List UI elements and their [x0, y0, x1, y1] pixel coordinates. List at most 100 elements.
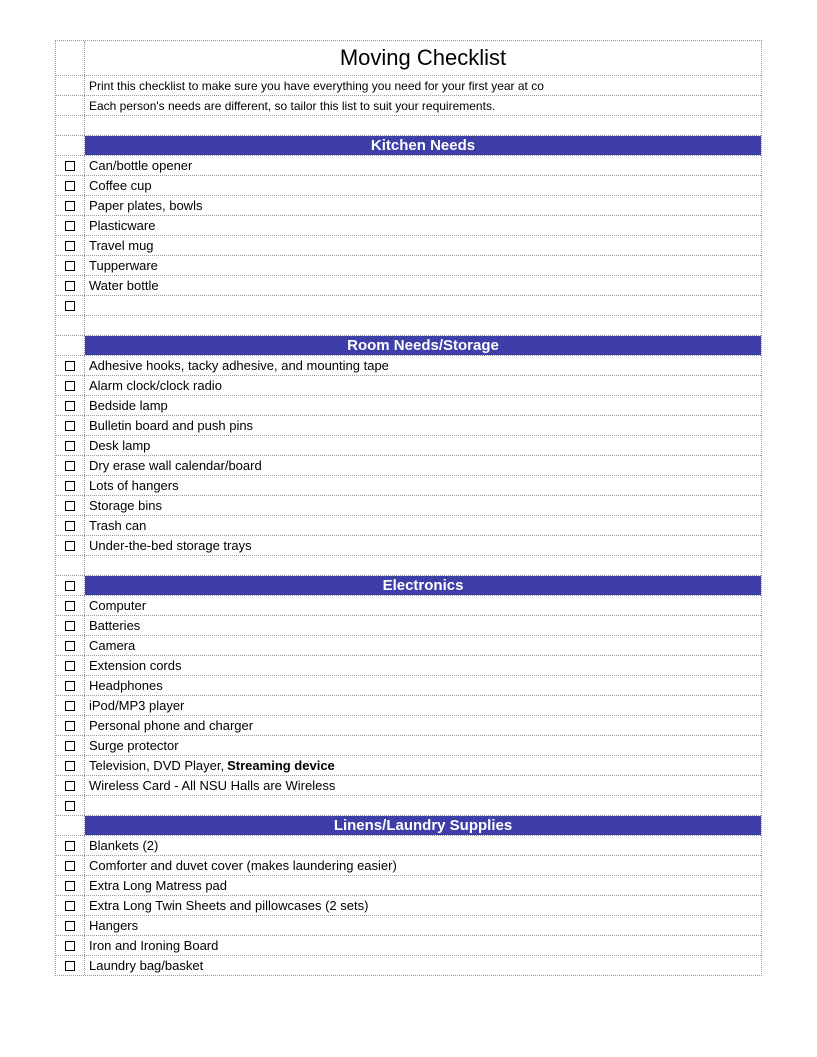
checklist-item-row: Plasticware [56, 216, 761, 236]
checklist-item-row: Extension cords [56, 656, 761, 676]
checkbox-icon[interactable] [65, 361, 75, 371]
checklist-item-label: Blankets (2) [85, 836, 761, 855]
checkbox-icon[interactable] [65, 921, 75, 931]
checklist-item-row: Under-the-bed storage trays [56, 536, 761, 556]
checklist-item-row: Extra Long Twin Sheets and pillowcases (… [56, 896, 761, 916]
checkbox-icon[interactable] [65, 461, 75, 471]
bold-text: Streaming device [227, 758, 335, 773]
checkbox-icon[interactable] [65, 861, 75, 871]
checklist-item-row: Headphones [56, 676, 761, 696]
checkbox-icon[interactable] [65, 601, 75, 611]
checklist-item-label: Paper plates, bowls [85, 196, 761, 215]
checkbox-icon[interactable] [65, 781, 75, 791]
checklist-item-row: Can/bottle opener [56, 156, 761, 176]
checkbox-icon[interactable] [65, 501, 75, 511]
checklist-item-label: Camera [85, 636, 761, 655]
checklist-item-row: Laundry bag/basket [56, 956, 761, 975]
checkbox-icon[interactable] [65, 721, 75, 731]
checkbox-icon[interactable] [65, 761, 75, 771]
section-header-row: Linens/Laundry Supplies [56, 816, 761, 836]
subtitle-text-1: Print this checklist to make sure you ha… [85, 76, 761, 95]
checklist-item-row: Storage bins [56, 496, 761, 516]
checkbox-icon[interactable] [65, 241, 75, 251]
checkbox-icon[interactable] [65, 401, 75, 411]
checkbox-icon[interactable] [65, 581, 75, 591]
checklist-item-row: Television, DVD Player, Streaming device [56, 756, 761, 776]
checkbox-icon[interactable] [65, 801, 75, 811]
checklist-item-label: Travel mug [85, 236, 761, 255]
checklist-item-row: Bulletin board and push pins [56, 416, 761, 436]
spacer-row [56, 116, 761, 136]
checkbox-icon[interactable] [65, 301, 75, 311]
checklist-item-row: Bedside lamp [56, 396, 761, 416]
checklist-item-row: iPod/MP3 player [56, 696, 761, 716]
checkbox-icon[interactable] [65, 701, 75, 711]
checkbox-icon[interactable] [65, 181, 75, 191]
checklist-item-label: Headphones [85, 676, 761, 695]
checkbox-icon[interactable] [65, 881, 75, 891]
checklist-item-row: Iron and Ironing Board [56, 936, 761, 956]
checklist-item-label: Under-the-bed storage trays [85, 536, 761, 555]
checklist-item-row: Adhesive hooks, tacky adhesive, and moun… [56, 356, 761, 376]
checkbox-icon[interactable] [65, 621, 75, 631]
checklist-item-row: Surge protector [56, 736, 761, 756]
checkbox-icon[interactable] [65, 961, 75, 971]
checklist-item-label: Hangers [85, 916, 761, 935]
section-header-row: Electronics [56, 576, 761, 596]
checkbox-icon[interactable] [65, 541, 75, 551]
checklist-item-row: Desk lamp [56, 436, 761, 456]
checklist-item-row: Paper plates, bowls [56, 196, 761, 216]
checkbox-icon[interactable] [65, 201, 75, 211]
checkbox-icon[interactable] [65, 161, 75, 171]
checklist-item-label: Extension cords [85, 656, 761, 675]
checkbox-icon[interactable] [65, 941, 75, 951]
checklist-item-label: Adhesive hooks, tacky adhesive, and moun… [85, 356, 761, 375]
checklist-item-row: Lots of hangers [56, 476, 761, 496]
title-row: Moving Checklist [56, 41, 761, 76]
page: Moving Checklist Print this checklist to… [0, 0, 817, 1016]
checklist-item-row: Blankets (2) [56, 836, 761, 856]
checklist-item-label: Personal phone and charger [85, 716, 761, 735]
checklist-item-row: Extra Long Matress pad [56, 876, 761, 896]
checklist-item-label: iPod/MP3 player [85, 696, 761, 715]
checklist-item-row: Tupperware [56, 256, 761, 276]
checklist-item-label: Storage bins [85, 496, 761, 515]
checklist-grid: Moving Checklist Print this checklist to… [55, 40, 762, 976]
checklist-item-label: Water bottle [85, 276, 761, 295]
checklist-item-row: Hangers [56, 916, 761, 936]
checkbox-icon[interactable] [65, 421, 75, 431]
checkbox-icon[interactable] [65, 681, 75, 691]
checklist-item-label: Iron and Ironing Board [85, 936, 761, 955]
checkbox-icon[interactable] [65, 521, 75, 531]
checklist-item-label: Computer [85, 596, 761, 615]
subtitle-text-2: Each person's needs are different, so ta… [85, 96, 761, 115]
blank-item-row [56, 796, 761, 816]
checkbox-icon[interactable] [65, 441, 75, 451]
checkbox-icon[interactable] [65, 221, 75, 231]
checklist-item-label: Comforter and duvet cover (makes launder… [85, 856, 761, 875]
spacer-row [56, 556, 761, 576]
checklist-item-row: Water bottle [56, 276, 761, 296]
checklist-item-label: Dry erase wall calendar/board [85, 456, 761, 475]
subtitle-row-2: Each person's needs are different, so ta… [56, 96, 761, 116]
checkbox-icon[interactable] [65, 281, 75, 291]
checklist-item-label: Tupperware [85, 256, 761, 275]
checkbox-icon[interactable] [65, 261, 75, 271]
checkbox-icon[interactable] [65, 381, 75, 391]
checklist-item-label: Can/bottle opener [85, 156, 761, 175]
checkbox-icon[interactable] [65, 841, 75, 851]
checklist-item-row: Travel mug [56, 236, 761, 256]
document-title: Moving Checklist [85, 41, 761, 75]
checkbox-icon[interactable] [65, 661, 75, 671]
section-header: Electronics [85, 576, 761, 595]
checklist-item-row: Personal phone and charger [56, 716, 761, 736]
checkbox-icon[interactable] [65, 741, 75, 751]
checklist-item-label: Trash can [85, 516, 761, 535]
checkbox-icon[interactable] [65, 481, 75, 491]
checkbox-icon[interactable] [65, 901, 75, 911]
section-header: Kitchen Needs [85, 136, 761, 155]
subtitle-row-1: Print this checklist to make sure you ha… [56, 76, 761, 96]
checklist-item-label: Coffee cup [85, 176, 761, 195]
blank-item-row [56, 296, 761, 316]
checkbox-icon[interactable] [65, 641, 75, 651]
